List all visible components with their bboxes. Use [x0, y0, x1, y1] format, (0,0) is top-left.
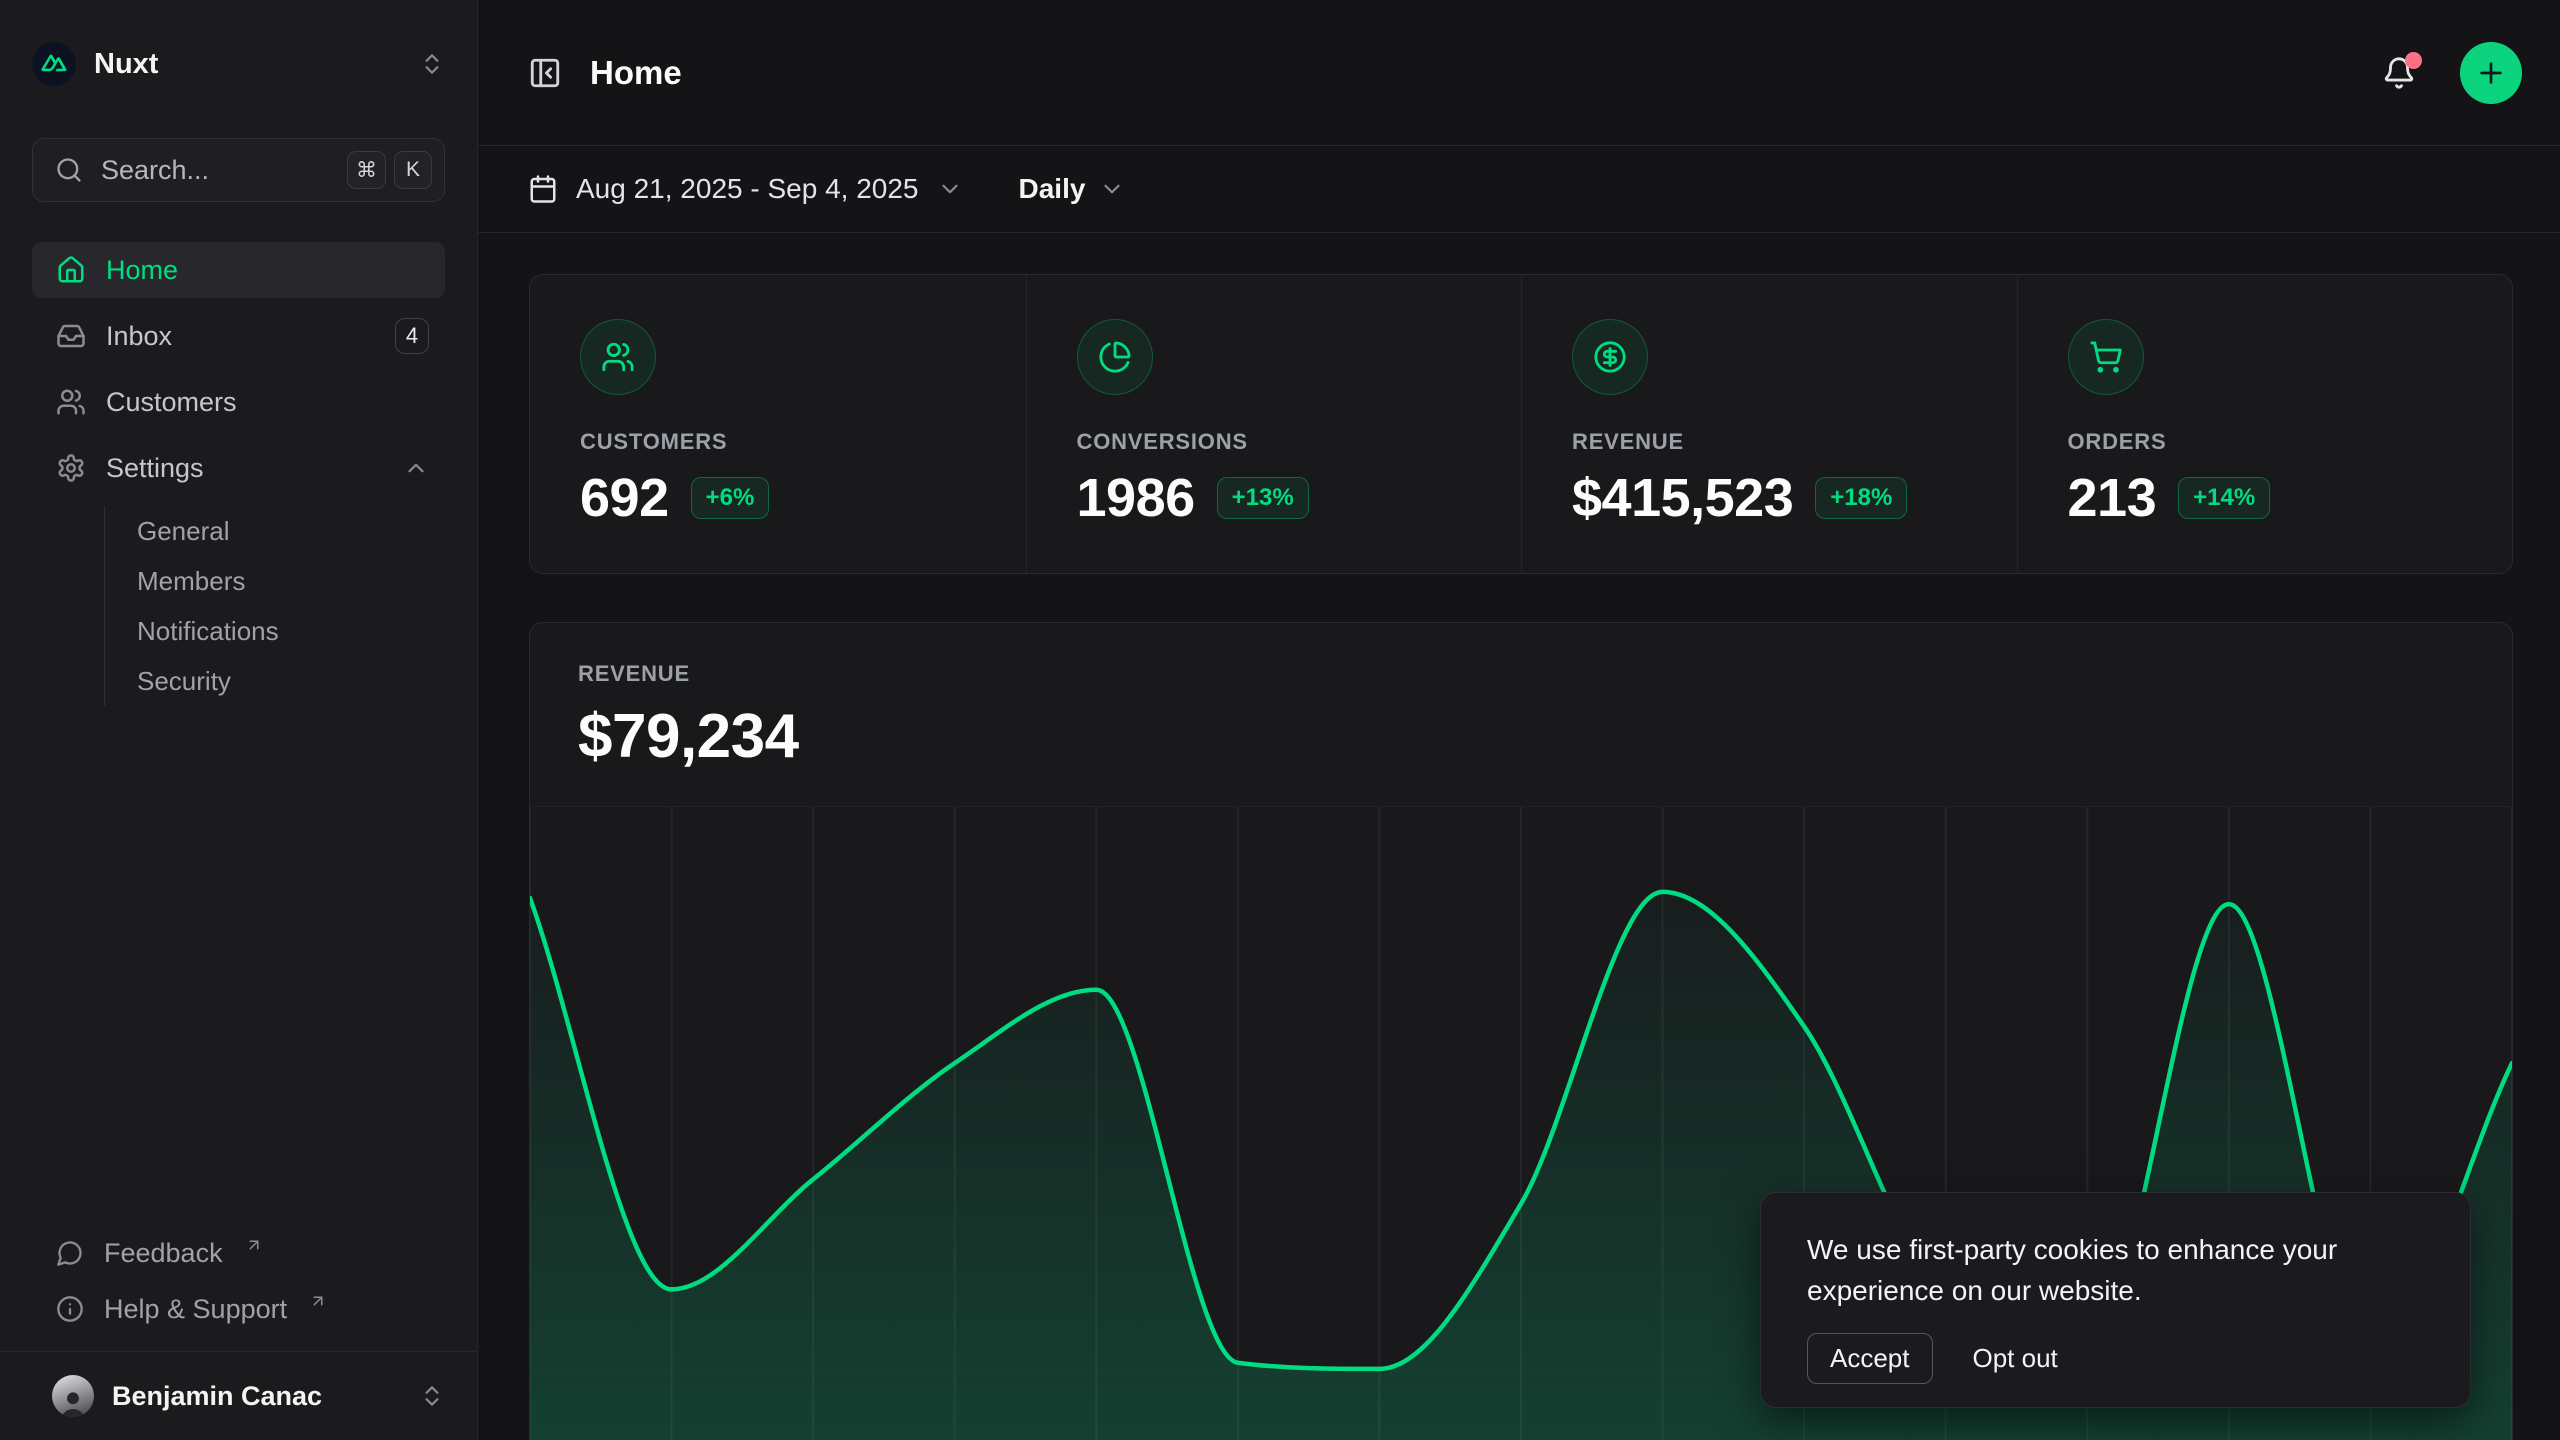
revenue-chart-label: REVENUE	[578, 661, 2464, 687]
cookie-banner: We use first-party cookies to enhance yo…	[1760, 1192, 2471, 1408]
calendar-icon	[528, 174, 558, 204]
stat-delta-badge: +18%	[1815, 477, 1907, 519]
feedback-link[interactable]: Feedback	[32, 1225, 445, 1281]
revenue-chart-header: REVENUE $79,234	[530, 623, 2512, 806]
inbox-icon	[56, 321, 86, 351]
user-menu[interactable]: Benjamin Canac	[32, 1352, 445, 1440]
kbd-k: K	[394, 151, 432, 189]
external-link-icon	[245, 1236, 263, 1254]
notification-dot	[2405, 52, 2422, 69]
chevron-up-icon	[403, 455, 429, 481]
chevron-down-icon	[1099, 176, 1125, 202]
stat-conversions: CONVERSIONS 1986 +13%	[1026, 275, 1522, 573]
stat-orders: ORDERS 213 +14%	[2017, 275, 2513, 573]
stat-value: 1986	[1077, 467, 1195, 529]
users-icon	[580, 319, 656, 395]
accept-button[interactable]: Accept	[1807, 1333, 1933, 1384]
sidebar-footer: Feedback Help & Support Benjamin Canac	[32, 1225, 445, 1440]
sidebar-item-customers[interactable]: Customers	[32, 374, 445, 430]
sidebar-item-notifications[interactable]: Notifications	[137, 606, 445, 656]
stat-label: ORDERS	[2068, 429, 2463, 455]
stat-revenue: REVENUE $415,523 +18%	[1521, 275, 2017, 573]
stat-value: 213	[2068, 467, 2157, 529]
sidebar-item-general[interactable]: General	[137, 506, 445, 556]
stat-value: $415,523	[1572, 467, 1793, 529]
search-input[interactable]: Search... ⌘ K	[32, 138, 445, 202]
date-range-picker[interactable]: Aug 21, 2025 - Sep 4, 2025	[528, 173, 963, 205]
nuxt-logo-icon	[32, 42, 76, 86]
message-circle-icon	[56, 1239, 84, 1267]
pie-chart-icon	[1077, 319, 1153, 395]
workspace-switcher[interactable]: Nuxt	[32, 36, 445, 92]
page-header: Home	[478, 0, 2560, 146]
stat-label: CONVERSIONS	[1077, 429, 1472, 455]
stat-label: CUSTOMERS	[580, 429, 976, 455]
stat-delta-badge: +13%	[1217, 477, 1309, 519]
granularity-select[interactable]: Daily	[1019, 173, 1126, 205]
date-range-label: Aug 21, 2025 - Sep 4, 2025	[576, 173, 919, 205]
external-link-icon	[309, 1292, 327, 1310]
help-support-link[interactable]: Help & Support	[32, 1281, 445, 1337]
granularity-label: Daily	[1019, 173, 1086, 205]
search-placeholder: Search...	[101, 155, 329, 186]
gear-icon	[56, 453, 86, 483]
stat-label: REVENUE	[1572, 429, 1967, 455]
sidebar-item-members[interactable]: Members	[137, 556, 445, 606]
sidebar-toggle-icon[interactable]	[528, 56, 562, 90]
search-icon	[55, 156, 83, 184]
stat-customers: CUSTOMERS 692 +6%	[530, 275, 1026, 573]
sidebar-item-settings[interactable]: Settings	[32, 440, 445, 496]
sidebar-item-home[interactable]: Home	[32, 242, 445, 298]
plus-icon	[2475, 57, 2507, 89]
filter-bar: Aug 21, 2025 - Sep 4, 2025 Daily	[478, 146, 2560, 233]
shopping-cart-icon	[2068, 319, 2144, 395]
chevrons-up-down-icon	[419, 1383, 445, 1409]
circle-dollar-icon	[1572, 319, 1648, 395]
stat-delta-badge: +6%	[691, 477, 770, 519]
sidebar-item-security[interactable]: Security	[137, 656, 445, 706]
stat-value: 692	[580, 467, 669, 529]
revenue-chart-value: $79,234	[578, 701, 2464, 772]
chevron-down-icon	[937, 176, 963, 202]
avatar	[52, 1375, 94, 1417]
page-title: Home	[590, 54, 682, 92]
inbox-count-badge: 4	[395, 318, 429, 354]
kbd-cmd: ⌘	[347, 151, 386, 189]
sidebar: Nuxt Search... ⌘ K Home Inbox 4	[0, 0, 478, 1440]
info-circle-icon	[56, 1295, 84, 1323]
workspace-name: Nuxt	[94, 48, 401, 81]
cookie-message: We use first-party cookies to enhance yo…	[1807, 1229, 2367, 1311]
home-icon	[56, 255, 86, 285]
users-icon	[56, 387, 86, 417]
sidebar-nav: Home Inbox 4 Customers Settings Genera	[32, 242, 445, 706]
add-button[interactable]	[2460, 42, 2522, 104]
opt-out-button[interactable]: Opt out	[1973, 1343, 2058, 1374]
notifications-button[interactable]	[2382, 56, 2416, 90]
settings-subnav: General Members Notifications Security	[104, 506, 445, 706]
sidebar-item-inbox[interactable]: Inbox 4	[32, 308, 445, 364]
user-name: Benjamin Canac	[112, 1381, 401, 1412]
stat-delta-badge: +14%	[2178, 477, 2270, 519]
stats-overview: CUSTOMERS 692 +6% CONVERSIONS 1986 +13%	[529, 274, 2513, 574]
chevrons-up-down-icon	[419, 51, 445, 77]
